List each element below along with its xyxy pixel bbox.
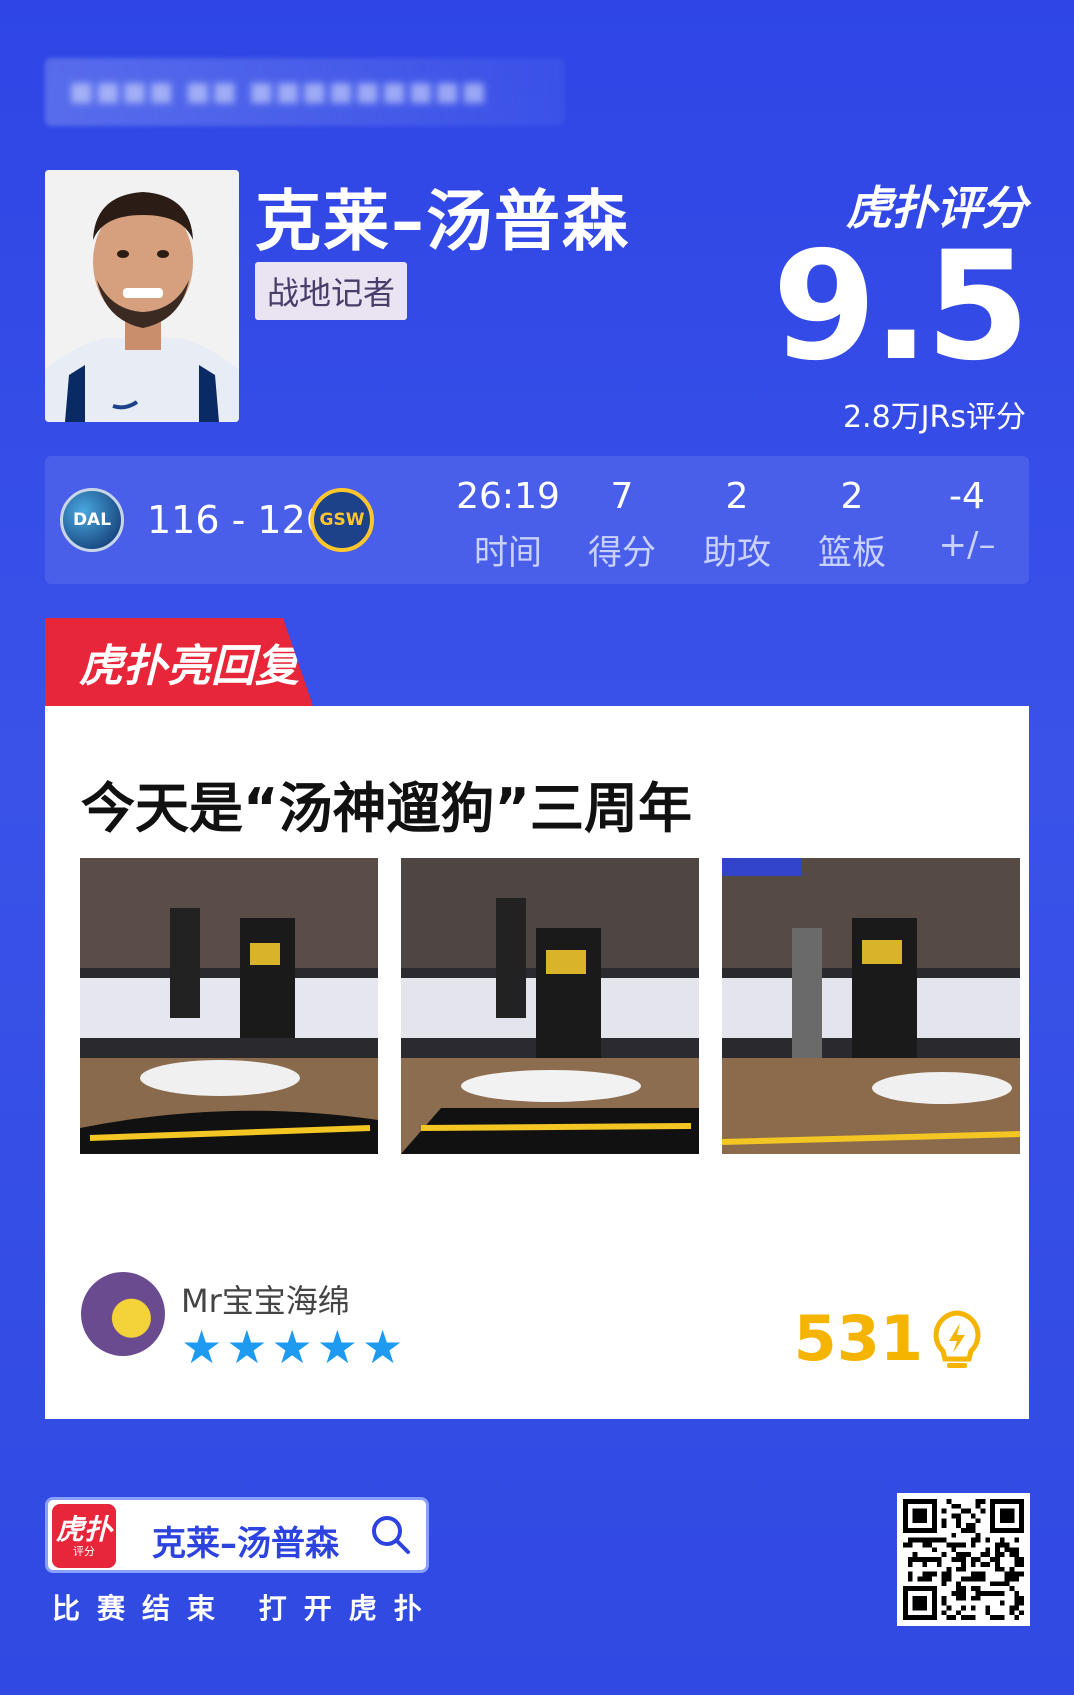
highlight-reply-card[interactable]: 今天是“汤神遛狗”三周年 Mr宝宝海绵 ★★★★★ 531 — [45, 706, 1029, 1419]
gsw-team-logo-icon: GSW — [310, 488, 374, 552]
reply-image-1[interactable] — [80, 858, 378, 1154]
stat-assists: 2 助攻 — [682, 476, 792, 574]
stat-label: 篮板 — [818, 533, 886, 573]
search-icon[interactable] — [370, 1514, 412, 1556]
search-box[interactable]: 虎扑 评分 克莱–汤普森 — [45, 1497, 429, 1573]
highlight-reply-tab: 虎扑亮回复 — [45, 618, 313, 706]
reply-title: 今天是“汤神遛狗”三周年 — [81, 777, 692, 840]
stat-points: 7 得分 — [567, 476, 677, 574]
game-stats-bar: DAL 116 - 126 GSW 26:19 时间 7 得分 2 助攻 2 篮… — [45, 456, 1029, 584]
search-query: 克莱–汤普森 — [152, 1524, 339, 1564]
stat-label: 助攻 — [703, 533, 771, 573]
like-count[interactable]: 531 — [794, 1302, 987, 1375]
dal-abbr: DAL — [72, 510, 112, 530]
rating-score: 9.5 — [772, 220, 1030, 394]
user-star-rating: ★★★★★ — [181, 1320, 408, 1374]
stat-minutes: 26:19 时间 — [453, 476, 563, 574]
blurred-text: ■■■■ ■■ ■■■■■■■■■ — [69, 77, 489, 107]
dal-team-logo-icon: DAL — [60, 488, 124, 552]
app-icon-sub: 评分 — [73, 1544, 95, 1558]
stat-label: +/– — [938, 525, 996, 565]
gsw-abbr: GSW — [319, 510, 365, 530]
like-count-value: 531 — [793, 1302, 923, 1375]
lightbulb-icon — [933, 1309, 981, 1368]
qr-code — [897, 1493, 1030, 1626]
stat-value: -4 — [949, 476, 985, 517]
user-avatar[interactable] — [81, 1272, 165, 1356]
stat-value: 2 — [725, 476, 749, 517]
role-badge: 战地记者 — [255, 262, 408, 320]
reply-image-3[interactable] — [722, 858, 1020, 1154]
game-score: 116 - 126 — [147, 498, 330, 542]
rating-count: 2.8万JRs评分 — [842, 400, 1026, 435]
hupu-app-icon: 虎扑 评分 — [52, 1504, 116, 1568]
username[interactable]: Mr宝宝海绵 — [181, 1276, 350, 1322]
stat-value: 2 — [840, 476, 864, 517]
player-name: 克莱–汤普森 — [255, 183, 630, 260]
stat-plus-minus: -4 +/– — [912, 476, 1022, 565]
stat-label: 得分 — [588, 533, 656, 573]
footer-tagline: 比赛结束 打开虎扑 — [52, 1592, 439, 1625]
blurred-header-text: ■■■■ ■■ ■■■■■■■■■ — [45, 58, 565, 126]
stat-value: 26:19 — [456, 476, 560, 517]
stat-value: 7 — [610, 476, 634, 517]
app-icon-main: 虎扑 — [55, 1512, 112, 1546]
player-photo — [45, 170, 239, 422]
stat-rebounds: 2 篮板 — [797, 476, 907, 574]
reply-image-2[interactable] — [401, 858, 699, 1154]
stat-label: 时间 — [474, 533, 542, 573]
